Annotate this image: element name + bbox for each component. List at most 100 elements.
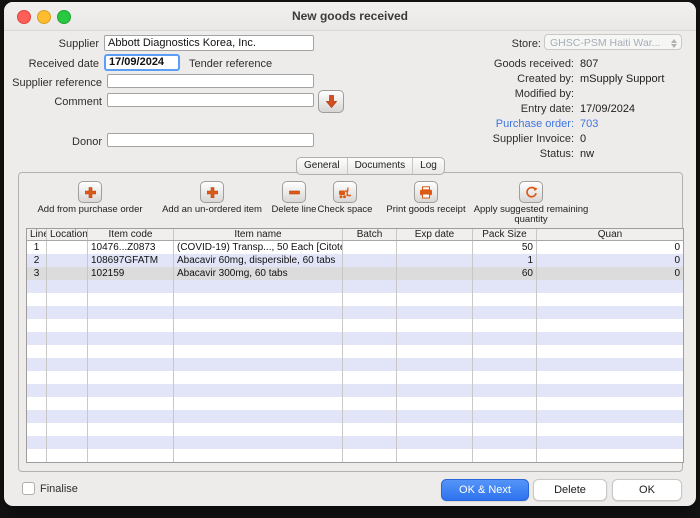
- cell-item_name: [174, 319, 343, 332]
- cell-item_code: [88, 345, 174, 358]
- ok-and-next-button[interactable]: OK & Next: [441, 479, 529, 501]
- cell-quan[interactable]: 0: [537, 267, 683, 280]
- cell-item_code: [88, 423, 174, 436]
- cell-batch: [343, 293, 397, 306]
- table-row-empty: [27, 423, 683, 436]
- table-row[interactable]: 3 102159Abacavir 300mg, 60 tabs 600: [27, 267, 683, 280]
- check-space-button[interactable]: Check space: [315, 181, 375, 215]
- donor-label: Donor: [4, 136, 102, 148]
- cell-item_name[interactable]: (COVID-19) Transp..., 50 Each [Citotest]: [174, 241, 343, 254]
- down-arrow-icon: [326, 95, 337, 108]
- column-header-item_code[interactable]: Item code: [88, 229, 174, 240]
- cell-item_code: [88, 306, 174, 319]
- goods-received-window: New goods received Supplier Abbott Diagn…: [4, 2, 696, 506]
- cell-location: [47, 332, 88, 345]
- cell-line[interactable]: 1: [27, 241, 47, 254]
- cell-pack_size: [473, 410, 537, 423]
- table-header-row: LineLocationItem codeItem nameBatchExp d…: [27, 229, 683, 241]
- column-header-location[interactable]: Location: [47, 229, 88, 240]
- column-header-quan[interactable]: Quan: [537, 229, 683, 240]
- store-value: GHSC-PSM Haiti War...: [550, 37, 660, 49]
- cell-batch[interactable]: [343, 267, 397, 280]
- print-goods-receipt-button[interactable]: Print goods receipt: [386, 181, 466, 215]
- cell-exp_date[interactable]: [397, 254, 473, 267]
- supplier-invoice-value: 0: [580, 133, 586, 145]
- cell-quan[interactable]: 0: [537, 241, 683, 254]
- tab-documents[interactable]: Documents: [348, 158, 414, 174]
- modified-by-label: Modified by:: [424, 88, 574, 100]
- cell-item_code: [88, 280, 174, 293]
- cell-item_code: [88, 436, 174, 449]
- finalise-checkbox[interactable]: [22, 482, 35, 495]
- cell-item_name[interactable]: Abacavir 300mg, 60 tabs: [174, 267, 343, 280]
- purchase-order-link[interactable]: 703: [580, 118, 598, 130]
- received-date-input[interactable]: 17/09/2024: [104, 54, 180, 71]
- cell-pack_size[interactable]: 50: [473, 241, 537, 254]
- column-header-item_name[interactable]: Item name: [174, 229, 343, 240]
- supplier-reference-input[interactable]: [107, 74, 314, 88]
- cell-location: [47, 345, 88, 358]
- cell-line: [27, 280, 47, 293]
- comment-label: Comment: [4, 96, 102, 108]
- cell-batch: [343, 358, 397, 371]
- cell-item_code[interactable]: 10476...Z0873: [88, 241, 174, 254]
- tab-general[interactable]: General: [297, 158, 348, 174]
- cell-pack_size[interactable]: 1: [473, 254, 537, 267]
- cell-exp_date: [397, 280, 473, 293]
- tab-log[interactable]: Log: [413, 158, 444, 174]
- created-by-value: mSupply Support: [580, 73, 664, 85]
- cell-quan[interactable]: 0: [537, 254, 683, 267]
- cell-line: [27, 345, 47, 358]
- cell-location[interactable]: [47, 267, 88, 280]
- cell-exp_date[interactable]: [397, 241, 473, 254]
- ok-button[interactable]: OK: [612, 479, 682, 501]
- cell-exp_date: [397, 358, 473, 371]
- expand-comment-button[interactable]: [318, 90, 344, 113]
- cell-line: [27, 410, 47, 423]
- column-header-line[interactable]: Line: [27, 229, 47, 240]
- donor-input[interactable]: [107, 133, 314, 147]
- cell-line: [27, 319, 47, 332]
- column-header-pack_size[interactable]: Pack Size: [473, 229, 537, 240]
- cell-batch[interactable]: [343, 254, 397, 267]
- supplier-input[interactable]: Abbott Diagnostics Korea, Inc.: [104, 35, 314, 51]
- delete-button[interactable]: Delete: [533, 479, 607, 501]
- cell-item_code[interactable]: 102159: [88, 267, 174, 280]
- table-row[interactable]: 2 108697GFATMAbacavir 60mg, dispersible, …: [27, 254, 683, 267]
- table-row-empty: [27, 384, 683, 397]
- cell-line[interactable]: 2: [27, 254, 47, 267]
- column-header-exp_date[interactable]: Exp date: [397, 229, 473, 240]
- popup-stepper-icon: [670, 37, 678, 49]
- column-header-batch[interactable]: Batch: [343, 229, 397, 240]
- table-row-empty: [27, 293, 683, 306]
- cell-pack_size[interactable]: 60: [473, 267, 537, 280]
- cell-pack_size: [473, 306, 537, 319]
- add-from-purchase-order-button[interactable]: Add from purchase order: [28, 181, 152, 215]
- cell-batch: [343, 306, 397, 319]
- table-row[interactable]: 1 10476...Z0873(COVID-19) Transp..., 50 E…: [27, 241, 683, 254]
- cell-item_name: [174, 449, 343, 462]
- entry-date-label: Entry date:: [424, 103, 574, 115]
- cell-exp_date: [397, 306, 473, 319]
- add-unordered-item-button[interactable]: Add an un-ordered item: [154, 181, 270, 215]
- store-select[interactable]: GHSC-PSM Haiti War...: [544, 34, 682, 50]
- refresh-icon: [519, 181, 543, 203]
- cell-exp_date: [397, 371, 473, 384]
- cell-location[interactable]: [47, 254, 88, 267]
- apply-suggested-quantity-button[interactable]: Apply suggested remaining quantity: [471, 181, 591, 225]
- cell-line: [27, 423, 47, 436]
- cell-batch[interactable]: [343, 241, 397, 254]
- cell-item_name[interactable]: Abacavir 60mg, dispersible, 60 tabs: [174, 254, 343, 267]
- supplier-invoice-label: Supplier Invoice:: [424, 133, 574, 145]
- comment-input[interactable]: [107, 93, 314, 107]
- cell-pack_size: [473, 332, 537, 345]
- cell-quan: [537, 397, 683, 410]
- cell-item_name: [174, 384, 343, 397]
- cell-location[interactable]: [47, 241, 88, 254]
- cell-line[interactable]: 3: [27, 267, 47, 280]
- cell-item_code[interactable]: 108697GFATM: [88, 254, 174, 267]
- cell-item_code: [88, 384, 174, 397]
- cell-item_name: [174, 332, 343, 345]
- cell-exp_date[interactable]: [397, 267, 473, 280]
- cell-pack_size: [473, 397, 537, 410]
